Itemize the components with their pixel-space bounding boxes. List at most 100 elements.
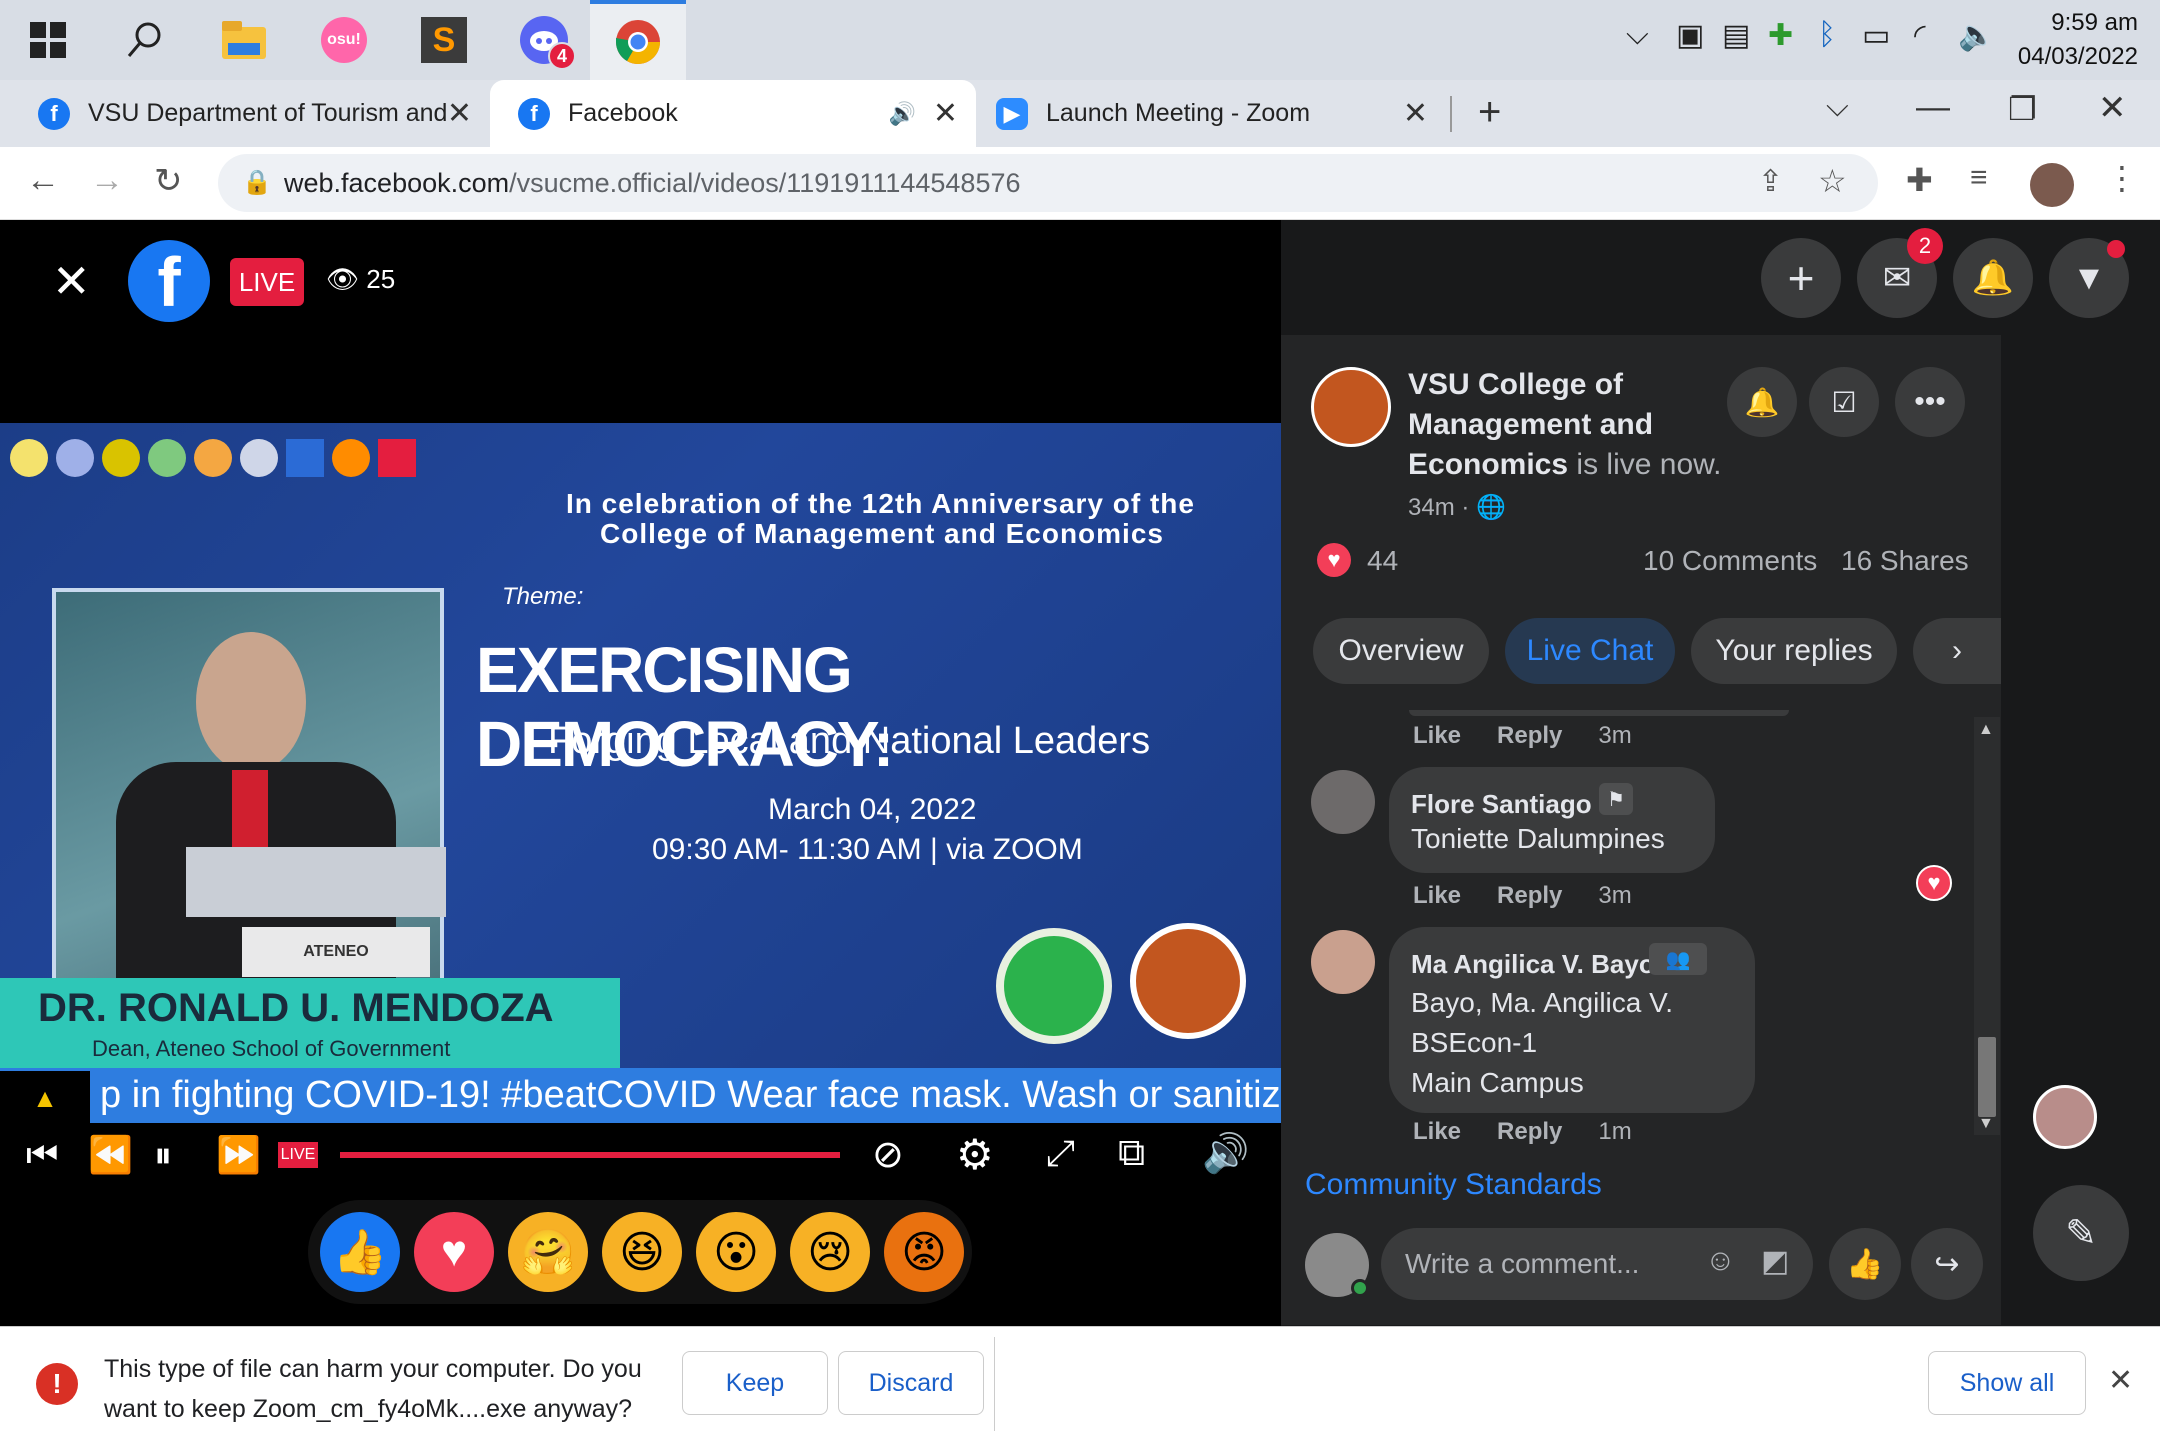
like-link[interactable]: Like xyxy=(1413,882,1461,909)
tab-facebook[interactable]: f Facebook 🔊 ✕ xyxy=(490,80,976,147)
new-tab-icon[interactable]: + xyxy=(1478,90,1501,135)
antivirus-icon[interactable]: ✚ xyxy=(1768,18,1793,53)
commenter-avatar[interactable] xyxy=(1311,770,1375,834)
close-tab-icon[interactable]: ✕ xyxy=(447,96,472,131)
comments-count[interactable]: 10 Comments xyxy=(1643,545,1817,577)
care-reaction-icon[interactable]: 🤗 xyxy=(508,1212,588,1292)
community-standards-link[interactable]: Community Standards xyxy=(1305,1168,1602,1202)
scroll-up-icon[interactable]: ▲ xyxy=(1978,721,1994,739)
haha-reaction-icon[interactable]: 😆 xyxy=(602,1212,682,1292)
emoji-icon[interactable]: ☺ xyxy=(1705,1244,1736,1278)
angry-reaction-icon[interactable]: 😡 xyxy=(884,1212,964,1292)
speaker-icon[interactable]: 🔊 xyxy=(889,101,916,127)
volume-icon[interactable]: 🔈 xyxy=(1958,18,1995,53)
reply-link[interactable]: Reply xyxy=(1497,722,1562,749)
commenter-name[interactable]: Ma Angilica V. Bayo xyxy=(1411,949,1655,980)
close-window-icon[interactable]: ✕ xyxy=(2098,88,2127,128)
chrome-menu-icon[interactable]: ⋮ xyxy=(2106,159,2138,197)
fullscreen-icon[interactable]: ⤢ xyxy=(1046,1132,1075,1175)
scroll-down-icon[interactable]: ▼ xyxy=(1978,1115,1994,1133)
share-icon[interactable]: ⇪ xyxy=(1758,164,1783,199)
reply-link[interactable]: Reply xyxy=(1497,882,1562,909)
bookmark-star-icon[interactable]: ☆ xyxy=(1818,162,1847,200)
shares-count[interactable]: 16 Shares xyxy=(1841,545,1969,577)
discord-icon[interactable]: 4 xyxy=(500,0,588,80)
minimize-icon[interactable]: — xyxy=(1916,88,1950,127)
sticker-icon[interactable]: ◩ xyxy=(1761,1244,1789,1279)
like-reaction-icon[interactable]: 👍 xyxy=(320,1212,400,1292)
discard-button[interactable]: Discard xyxy=(838,1351,984,1415)
commenter-name[interactable]: Flore Santiago xyxy=(1411,789,1592,820)
reload-icon[interactable]: ↻ xyxy=(154,161,183,201)
volume-icon[interactable]: 🔊 xyxy=(1202,1132,1249,1176)
chevron-right-icon[interactable]: › xyxy=(1913,618,2001,684)
omnibox[interactable]: 🔒 web.facebook.com/vsucme.official/video… xyxy=(218,154,1878,212)
account-menu-icon[interactable]: ▼ xyxy=(2049,238,2129,318)
close-tab-icon[interactable]: ✕ xyxy=(1403,96,1428,131)
forward-icon[interactable]: → xyxy=(90,161,124,200)
skip-back-icon[interactable]: ⏮ xyxy=(26,1134,58,1177)
back-icon[interactable]: ← xyxy=(26,161,60,200)
pause-icon[interactable]: ⏸ xyxy=(154,1134,172,1177)
chrome-icon[interactable] xyxy=(590,0,686,80)
chat-head-avatar[interactable] xyxy=(2033,1085,2097,1149)
keep-button[interactable]: Keep xyxy=(682,1351,828,1415)
notifications-bell-icon[interactable]: 🔔 xyxy=(1953,238,2033,318)
facebook-logo-icon[interactable]: f xyxy=(128,240,210,322)
windows-start-icon[interactable] xyxy=(4,0,92,80)
reactions-count[interactable]: 44 xyxy=(1367,545,1398,577)
tab-your-replies[interactable]: Your replies xyxy=(1691,618,1897,684)
url-text[interactable]: web.facebook.com/vsucme.official/videos/… xyxy=(284,168,1021,199)
scroll-thumb[interactable] xyxy=(1978,1037,1996,1117)
restore-icon[interactable]: ❐ xyxy=(2008,90,2037,128)
profile-avatar[interactable] xyxy=(2030,163,2074,207)
close-tab-icon[interactable]: ✕ xyxy=(933,96,958,131)
tab-zoom[interactable]: ▶ Launch Meeting - Zoom ✕ xyxy=(976,80,1446,147)
comment-input[interactable]: Write a comment... ☺ ◩ xyxy=(1381,1228,1813,1300)
file-explorer-icon[interactable] xyxy=(200,0,288,80)
fast-forward-icon[interactable]: ⏩ xyxy=(216,1134,261,1176)
follow-bell-icon[interactable]: 🔔 xyxy=(1727,367,1797,437)
meet-now-icon[interactable]: ▣ xyxy=(1676,18,1704,53)
like-link[interactable]: Like xyxy=(1413,722,1461,749)
settings-gear-icon[interactable]: ⚙ xyxy=(956,1130,994,1179)
sublime-text-icon[interactable]: S xyxy=(400,0,488,80)
monitor-icon[interactable]: ▤ xyxy=(1722,18,1750,53)
create-plus-icon[interactable]: + xyxy=(1761,238,1841,318)
media-control-icon[interactable]: ≡ xyxy=(1970,161,1988,195)
share-arrow-icon[interactable]: ↪ xyxy=(1911,1228,1983,1300)
show-all-button[interactable]: Show all xyxy=(1928,1351,2086,1415)
messenger-icon[interactable]: ✉ 2 xyxy=(1857,228,1943,318)
my-avatar[interactable] xyxy=(1305,1233,1369,1297)
wifi-icon[interactable]: ◜ xyxy=(1914,18,1926,53)
tab-search-icon[interactable]: ⌵ xyxy=(1826,90,1849,124)
chat-scrollbar[interactable]: ▲ ▼ xyxy=(1974,717,2000,1135)
picture-in-picture-icon[interactable]: ⧉ xyxy=(1118,1132,1145,1175)
captions-off-icon[interactable]: ⊘ xyxy=(872,1132,904,1177)
like-button-icon[interactable]: 👍 xyxy=(1829,1228,1901,1300)
wow-reaction-icon[interactable]: 😮 xyxy=(696,1212,776,1292)
commenter-avatar[interactable] xyxy=(1311,930,1375,994)
tab-vsu-tourism[interactable]: f VSU Department of Tourism and ✕ xyxy=(0,80,490,147)
battery-icon[interactable]: ▭ xyxy=(1862,18,1890,53)
like-link[interactable]: Like xyxy=(1413,1118,1461,1145)
love-reaction-icon[interactable]: ♥ xyxy=(414,1212,494,1292)
extensions-icon[interactable]: ✚ xyxy=(1906,161,1933,199)
bluetooth-icon[interactable]: ᛒ xyxy=(1818,18,1836,52)
page-avatar[interactable] xyxy=(1311,367,1391,447)
save-icon[interactable]: ☑ xyxy=(1809,367,1879,437)
more-options-icon[interactable]: ••• xyxy=(1895,367,1965,437)
rewind-icon[interactable]: ⏪ xyxy=(88,1134,133,1176)
clock[interactable]: 9:59 am 04/03/2022 xyxy=(2018,6,2138,74)
video-frame[interactable]: In celebration of the 12th Anniversary o… xyxy=(0,423,1281,1123)
tab-overview[interactable]: Overview xyxy=(1313,618,1489,684)
osu-icon[interactable]: osu! xyxy=(300,0,388,80)
progress-track[interactable] xyxy=(340,1152,840,1158)
close-video-icon[interactable]: ✕ xyxy=(52,254,91,308)
search-icon[interactable] xyxy=(100,0,188,80)
close-download-bar-icon[interactable]: ✕ xyxy=(2108,1363,2133,1398)
chevron-up-icon[interactable]: ⌵ xyxy=(1626,18,1649,52)
tab-live-chat[interactable]: Live Chat xyxy=(1505,618,1675,684)
reply-link[interactable]: Reply xyxy=(1497,1118,1562,1145)
live-chat-list[interactable]: Like Reply 3m Flore Santiago ⚑ Toniette Da… xyxy=(1281,710,2001,1135)
